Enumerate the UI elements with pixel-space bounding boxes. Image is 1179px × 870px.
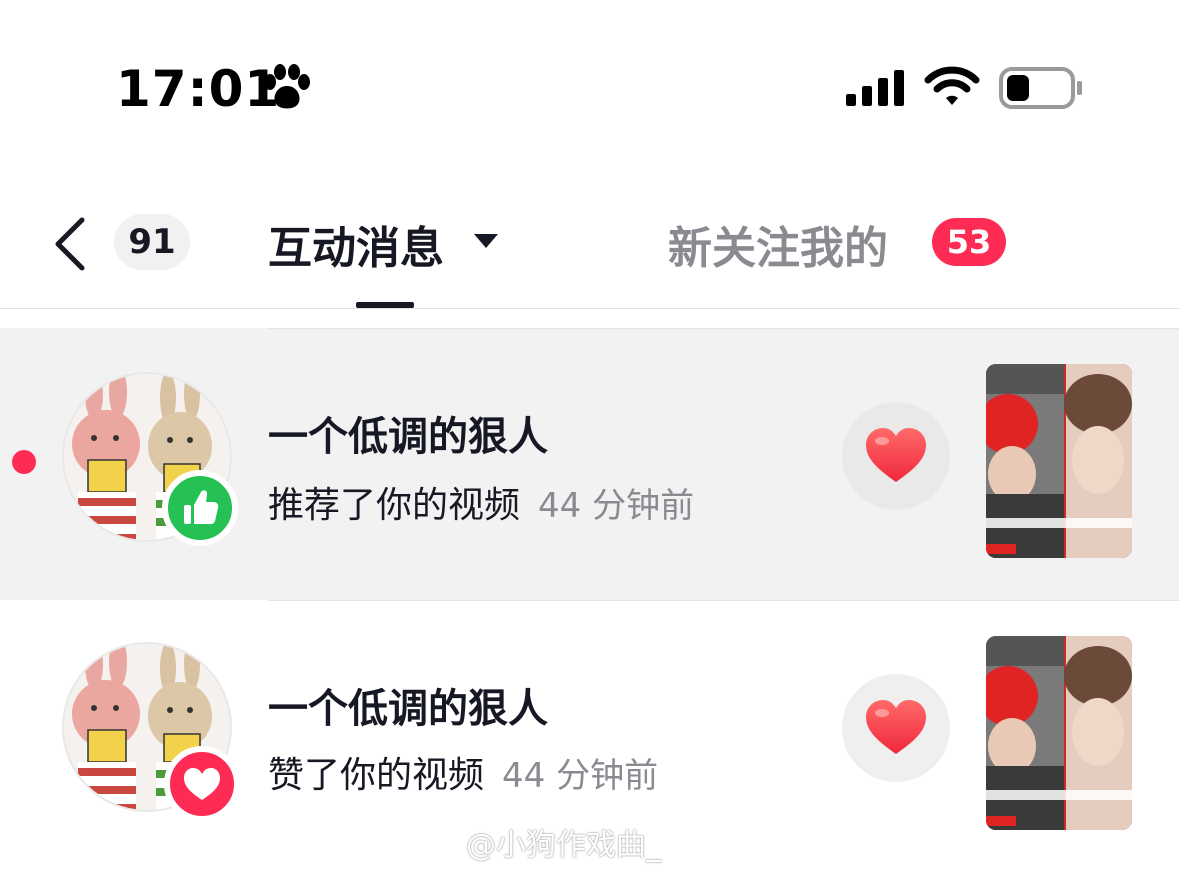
new-followers-count-badge: 53 [932, 218, 1006, 266]
unread-dot [12, 450, 36, 474]
user-name[interactable]: 一个低调的狠人 [268, 404, 548, 462]
video-thumbnail-image [986, 364, 1132, 558]
action-label: 推荐了你的视频 [268, 485, 521, 526]
unread-count-badge[interactable]: 91 [114, 214, 190, 270]
action-description: 赞了你的视频 44 分钟前 [268, 746, 658, 798]
like-back-button[interactable] [842, 674, 950, 782]
action-label: 赞了你的视频 [268, 755, 485, 796]
timestamp: 44 分钟前 [538, 486, 695, 526]
heart-icon [184, 768, 220, 800]
row-divider [268, 600, 1179, 601]
notification-row[interactable]: 一个低调的狠人 推荐了你的视频 44 分钟前 [0, 328, 1179, 600]
paw-icon [264, 64, 310, 109]
caret-down-icon[interactable] [472, 232, 500, 250]
watermark: @小狗作戏曲_ [466, 828, 661, 863]
video-thumbnail[interactable] [986, 364, 1132, 558]
row-divider [268, 328, 1179, 329]
tab-interactions[interactable]: 互动消息 [268, 212, 444, 276]
tab-new-followers[interactable]: 新关注我的 [668, 212, 888, 276]
like-back-button[interactable] [842, 402, 950, 510]
thumbs-up-icon [184, 490, 219, 524]
video-thumbnail[interactable] [986, 636, 1132, 830]
battery-icon [999, 67, 1082, 109]
heart-badge [164, 746, 240, 822]
video-thumbnail-image [986, 636, 1132, 830]
action-description: 推荐了你的视频 44 分钟前 [268, 476, 694, 528]
header-divider [0, 308, 1179, 309]
heart-icon [866, 700, 926, 754]
thumbs-up-badge [162, 470, 238, 546]
status-time: 17:01 [116, 60, 281, 118]
timestamp: 44 分钟前 [502, 756, 659, 796]
cellular-signal-icon [846, 70, 904, 106]
heart-icon [866, 428, 926, 482]
user-name[interactable]: 一个低调的狠人 [268, 676, 548, 734]
wifi-icon [924, 66, 980, 105]
back-arrow-icon[interactable] [46, 214, 96, 274]
